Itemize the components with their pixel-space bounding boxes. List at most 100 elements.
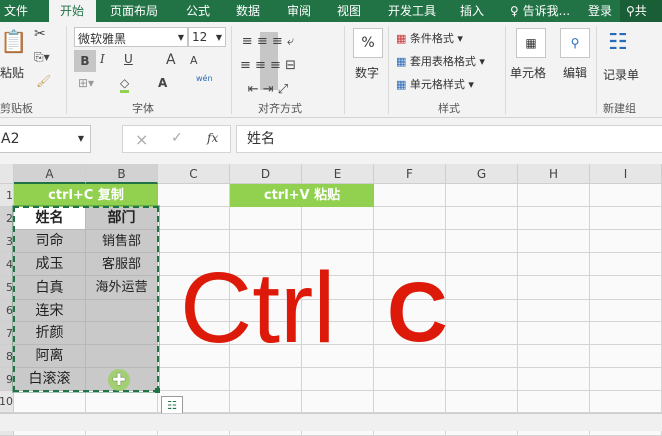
cell[interactable]: [590, 368, 662, 391]
font-name-select[interactable]: 微软雅黑 ▼: [74, 27, 188, 47]
cell[interactable]: [590, 345, 662, 368]
cell[interactable]: [230, 391, 302, 413]
column-header[interactable]: E: [302, 164, 374, 184]
cell[interactable]: [158, 207, 230, 230]
cell[interactable]: [446, 300, 518, 322]
cell[interactable]: [374, 207, 446, 230]
font-color-button[interactable]: A: [158, 76, 167, 90]
percent-icon[interactable]: %: [353, 28, 383, 58]
cell[interactable]: [518, 184, 590, 207]
tab-data[interactable]: 数据: [236, 0, 260, 22]
column-header[interactable]: F: [374, 164, 446, 184]
paste-button[interactable]: 粘贴: [0, 64, 24, 81]
cell[interactable]: [590, 322, 662, 345]
cell[interactable]: [14, 391, 86, 413]
tell-me[interactable]: ♀ 告诉我...: [510, 0, 570, 22]
row-header[interactable]: 8: [0, 345, 14, 368]
tab-formulas[interactable]: 公式: [186, 0, 210, 22]
sign-in[interactable]: 登录: [588, 0, 612, 22]
cell[interactable]: [518, 368, 590, 391]
cell[interactable]: [230, 230, 302, 253]
cell[interactable]: [374, 230, 446, 253]
select-all-corner[interactable]: [0, 164, 14, 184]
alignment-icons[interactable]: ≡ ≡ ≡ ⤶ ≡ ≡ ≡ ⊟ ⇤ ⇥ ⤢: [240, 30, 296, 102]
cell[interactable]: [446, 368, 518, 391]
tab-review[interactable]: 审阅: [287, 0, 311, 22]
tab-page-layout[interactable]: 页面布局: [110, 0, 158, 22]
cell[interactable]: [86, 391, 158, 413]
cut-icon[interactable]: ✂: [34, 26, 46, 42]
cell[interactable]: [590, 276, 662, 300]
share-button[interactable]: ⚲共: [620, 0, 662, 22]
row-header[interactable]: 9: [0, 368, 14, 391]
formula-input[interactable]: 姓名: [236, 125, 662, 153]
cell[interactable]: [518, 207, 590, 230]
column-header[interactable]: I: [590, 164, 662, 184]
column-header[interactable]: H: [518, 164, 590, 184]
cell[interactable]: [518, 345, 590, 368]
cell[interactable]: [230, 368, 302, 391]
cell[interactable]: [590, 207, 662, 230]
cell[interactable]: [374, 184, 446, 207]
border-icon[interactable]: ⊞▾: [78, 76, 94, 90]
cell[interactable]: [518, 322, 590, 345]
cell[interactable]: [446, 276, 518, 300]
row-header[interactable]: 6: [0, 300, 14, 322]
number-format-button[interactable]: 数字: [355, 64, 379, 81]
cell[interactable]: [518, 230, 590, 253]
cell[interactable]: [590, 253, 662, 276]
cell[interactable]: [446, 207, 518, 230]
cell[interactable]: [590, 391, 662, 413]
worksheet-grid[interactable]: ABCDEFGHI1234567891011ctrl+C 复制ctrl+V 粘贴…: [0, 164, 662, 436]
cell[interactable]: [302, 368, 374, 391]
cell[interactable]: [302, 391, 374, 413]
cell[interactable]: [158, 230, 230, 253]
row-header[interactable]: 5: [0, 276, 14, 300]
grow-font-button[interactable]: A: [166, 52, 176, 68]
font-size-select[interactable]: 12 ▼: [188, 27, 226, 47]
shrink-font-button[interactable]: A: [190, 54, 198, 67]
tab-view[interactable]: 视图: [337, 0, 361, 22]
cell[interactable]: [518, 391, 590, 413]
cell[interactable]: [302, 207, 374, 230]
cell[interactable]: [374, 391, 446, 413]
cell[interactable]: [518, 276, 590, 300]
tab-file[interactable]: 文件: [4, 0, 28, 22]
cell[interactable]: [158, 184, 230, 207]
column-header[interactable]: C: [158, 164, 230, 184]
cell[interactable]: [446, 345, 518, 368]
row-header[interactable]: 3: [0, 230, 14, 253]
bold-button[interactable]: B: [74, 50, 96, 72]
cell[interactable]: [518, 253, 590, 276]
cell-styles-button[interactable]: ▦ 单元格样式 ▾: [396, 76, 474, 92]
column-header[interactable]: D: [230, 164, 302, 184]
paste-icon[interactable]: 📋: [0, 30, 27, 55]
column-header[interactable]: G: [446, 164, 518, 184]
cancel-icon[interactable]: ×: [135, 130, 148, 149]
banner-copy[interactable]: ctrl+C 复制: [14, 184, 158, 207]
cell[interactable]: [590, 230, 662, 253]
enter-icon[interactable]: ✓: [171, 130, 183, 146]
cells-button[interactable]: 单元格: [510, 64, 546, 81]
cell[interactable]: [446, 230, 518, 253]
cell[interactable]: [158, 368, 230, 391]
tab-insert[interactable]: 插入: [460, 0, 484, 22]
form-button[interactable]: 记录单: [603, 66, 639, 83]
row-header[interactable]: 4: [0, 253, 14, 276]
cell[interactable]: [446, 184, 518, 207]
column-header[interactable]: B: [86, 164, 158, 184]
editing-button[interactable]: 编辑: [563, 64, 587, 81]
cell[interactable]: [590, 300, 662, 322]
row-header[interactable]: 7: [0, 322, 14, 345]
format-as-table-button[interactable]: ▦ 套用表格格式 ▾: [396, 53, 485, 69]
format-painter-icon[interactable]: 🖌: [36, 74, 51, 88]
tab-developer[interactable]: 开发工具: [388, 0, 436, 22]
fill-color-icon[interactable]: ◇: [120, 76, 130, 93]
tab-home[interactable]: 开始: [49, 0, 96, 22]
fill-handle[interactable]: [155, 388, 160, 393]
column-header[interactable]: A: [14, 164, 86, 184]
cell[interactable]: [446, 391, 518, 413]
row-header[interactable]: 1: [0, 184, 14, 207]
row-header[interactable]: 10: [0, 391, 14, 413]
banner-paste[interactable]: ctrl+V 粘贴: [230, 184, 374, 207]
